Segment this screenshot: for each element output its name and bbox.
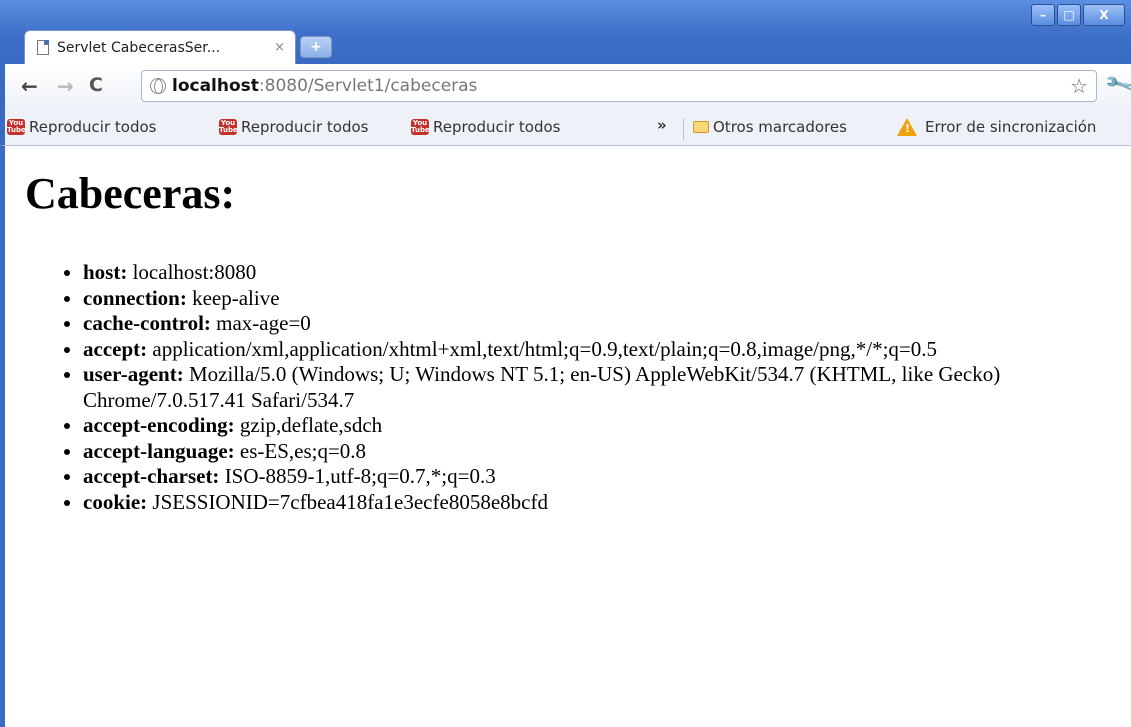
bookmarks-bar: You Tube Reproducir todos You Tube Reprodu… [0,110,1131,146]
bookmark-label: Reproducir todos [29,118,157,136]
bookmark-label: Reproducir todos [433,118,561,136]
star-icon[interactable]: ☆ [1070,74,1088,98]
page-icon [37,40,49,55]
browser-toolbar: ← → C localhost:8080/Servlet1/cabeceras … [0,64,1131,110]
warning-icon [897,118,917,136]
sync-error-button[interactable]: Error de sincronización [897,118,1096,136]
header-name: accept-charset: [83,464,220,488]
header-name: accept: [83,336,148,361]
close-window-button[interactable]: X [1083,4,1125,26]
page-content: Cabeceras: host: localhost:8080 connecti… [0,146,1131,727]
bookmarks-overflow-icon[interactable]: » [657,116,667,134]
header-item: cookie: JSESSIONID=7cfbea418fa1e3ecfe805… [83,490,1123,516]
header-name: host: [83,260,128,284]
header-name: user-agent: [83,362,184,386]
header-item: accept-encoding: gzip,deflate,sdch [83,413,1123,439]
header-name: connection: [83,285,187,310]
header-value: application/xml,application/xhtml+xml,te… [152,336,937,361]
minimize-button[interactable]: – [1031,4,1055,26]
browser-tab[interactable]: Servlet CabecerasSer... × [24,30,296,64]
header-value: JSESSIONID=7cfbea418fa1e3ecfe8058e8bcfd [152,489,548,514]
header-name: cookie: [83,489,148,514]
tab-close-icon[interactable]: × [274,40,285,55]
youtube-icon: You Tube [411,119,430,135]
window-controls: – □ X [1031,4,1125,26]
header-value: max-age=0 [216,311,311,335]
header-value: ISO-8859-1,utf-8;q=0.7,*;q=0.3 [224,464,496,488]
new-tab-button[interactable]: + [300,36,332,58]
header-item: accept-charset: ISO-8859-1,utf-8;q=0.7,*… [83,464,1123,490]
header-value: gzip,deflate,sdch [239,413,383,437]
window-titlebar: – □ X Servlet CabecerasSer... × + [0,0,1131,64]
header-item: accept-language: es-ES,es;q=0.8 [83,439,1123,465]
header-item: cache-control: max-age=0 [83,311,1123,337]
reload-icon[interactable]: C [89,74,103,96]
header-value: Mozilla/5.0 (Windows; U; Windows NT 5.1;… [83,362,1001,412]
bookmark-item[interactable]: You Tube Reproducir todos [411,118,560,136]
forward-icon[interactable]: → [57,74,74,98]
other-bookmarks-label: Otros marcadores [713,118,847,136]
wrench-icon[interactable]: 🔧 [1103,67,1131,100]
header-value: localhost:8080 [132,260,257,284]
url-host: localhost [172,76,259,96]
globe-icon [150,78,166,94]
folder-icon [693,121,709,133]
bookmark-item[interactable]: You Tube Reproducir todos [7,118,156,136]
header-item: accept: application/xml,application/xhtm… [83,337,1123,363]
other-bookmarks-folder[interactable]: Otros marcadores [693,118,847,136]
header-item: connection: keep-alive [83,286,1123,312]
maximize-button[interactable]: □ [1057,4,1081,26]
header-name: accept-encoding: [83,413,235,437]
header-name: cache-control: [83,311,211,335]
header-value: es-ES,es;q=0.8 [239,438,367,463]
header-item: host: localhost:8080 [83,260,1123,286]
youtube-icon: You Tube [7,119,26,135]
bookmark-label: Reproducir todos [241,118,369,136]
headers-list: host: localhost:8080 connection: keep-al… [83,260,1123,515]
back-icon[interactable]: ← [21,74,38,98]
bookmarks-divider [683,118,684,140]
page-title: Cabeceras: [25,169,236,218]
header-item: user-agent: Mozilla/5.0 (Windows; U; Win… [83,362,1123,413]
youtube-icon: You Tube [219,119,238,135]
header-value: keep-alive [192,285,280,310]
url-text[interactable]: localhost:8080/Servlet1/cabeceras [172,76,477,96]
url-path: :8080/Servlet1/cabeceras [258,76,478,96]
address-bar[interactable]: localhost:8080/Servlet1/cabeceras ☆ [141,70,1097,102]
bookmark-item[interactable]: You Tube Reproducir todos [219,118,368,136]
header-name: accept-language: [83,438,235,463]
tab-title: Servlet CabecerasSer... [57,39,221,56]
sync-error-label: Error de sincronización [925,118,1097,136]
